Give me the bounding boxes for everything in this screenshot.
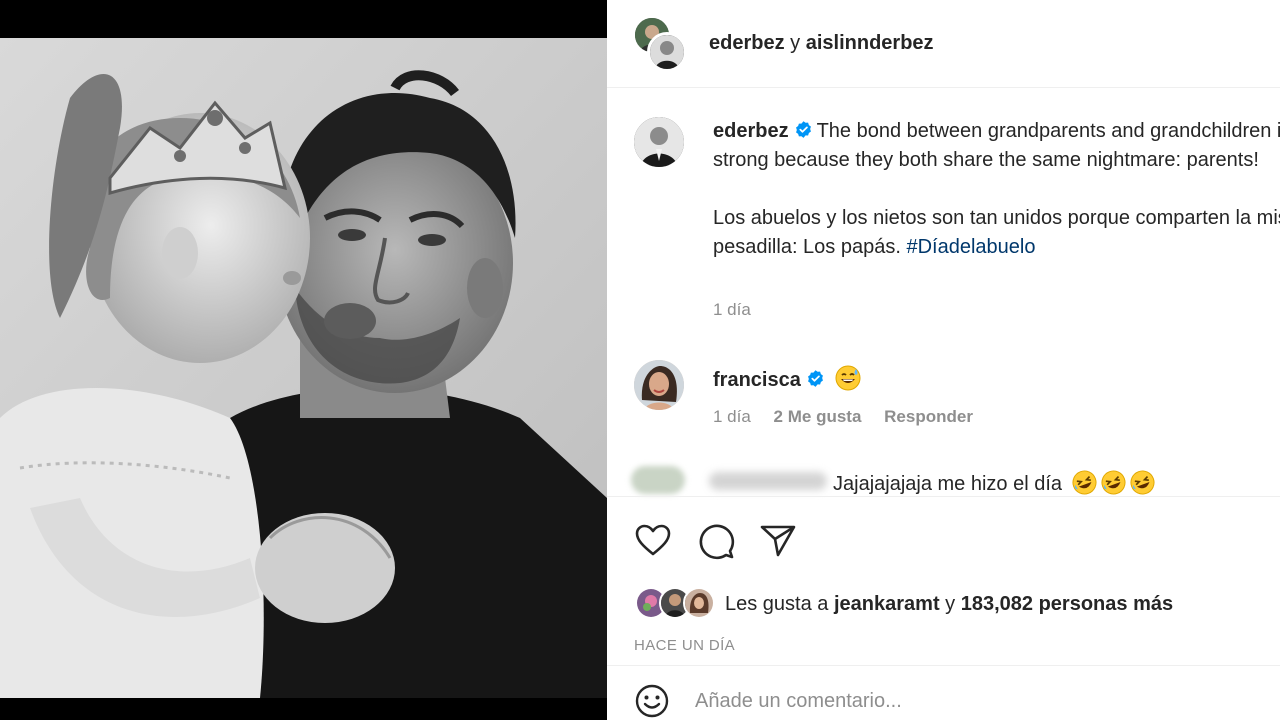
post-header: ederbez y aislinnderbez xyxy=(607,0,1280,88)
blurred-avatar[interactable] xyxy=(631,466,685,494)
username-link[interactable]: ederbez xyxy=(709,32,785,54)
likes-count-link[interactable]: 183,082 personas más xyxy=(961,593,1173,615)
post-timestamp[interactable]: HACE UN DÍA xyxy=(634,637,735,654)
liker-avatars[interactable] xyxy=(635,587,719,619)
post-action-bar xyxy=(607,496,1280,578)
avatar[interactable] xyxy=(634,360,684,410)
rolling-laughing-emoji-icon xyxy=(1130,470,1155,495)
heart-icon[interactable] xyxy=(633,521,673,561)
comment-input[interactable] xyxy=(695,684,1255,718)
comment-text: Jajajajajaja me hizo el día xyxy=(833,473,1063,495)
post-media-pane xyxy=(0,0,607,720)
avatar[interactable] xyxy=(647,32,687,72)
avatar[interactable] xyxy=(634,117,684,167)
likes-prefix: Les gusta a xyxy=(725,593,829,615)
conjunction: y xyxy=(790,32,801,54)
rolling-laughing-emoji-icon xyxy=(1101,470,1126,495)
likes-text: Les gusta a jeankaramt y 183,082 persona… xyxy=(725,592,1173,616)
comment-icon[interactable] xyxy=(696,521,736,561)
grinning-sweat-emoji-icon xyxy=(835,365,861,391)
caption-timestamp[interactable]: 1 día xyxy=(713,300,751,320)
username-link[interactable]: jeankaramt xyxy=(834,593,940,615)
smiley-icon[interactable] xyxy=(634,683,670,719)
likes-summary: Les gusta a jeankaramt y 183,082 persona… xyxy=(607,585,1280,621)
comment-body: francisca xyxy=(713,365,861,393)
collab-avatars[interactable] xyxy=(633,16,687,72)
avatar xyxy=(683,587,715,619)
username-link[interactable]: ederbez xyxy=(713,120,789,142)
comment: Jajajajajaja me hizo el día xyxy=(607,462,1280,500)
comment-timestamp[interactable]: 1 día xyxy=(713,407,751,426)
blurred-username[interactable] xyxy=(709,472,827,490)
caption-text: ederbez The bond between grandparents and… xyxy=(713,117,1280,262)
hashtag-link[interactable]: #Díadelabuelo xyxy=(906,236,1035,258)
comment-meta: 1 día 2 Me gusta Responder xyxy=(713,407,991,427)
comment-likes[interactable]: 2 Me gusta xyxy=(774,407,862,426)
add-comment-bar xyxy=(607,665,1280,720)
username-link[interactable]: francisca xyxy=(713,369,801,391)
post-photo[interactable] xyxy=(0,38,607,698)
verified-badge-icon xyxy=(806,369,825,388)
likes-conjunction: y xyxy=(945,593,956,615)
reply-button[interactable]: Responder xyxy=(884,407,973,426)
share-icon[interactable] xyxy=(758,521,798,561)
rolling-laughing-emoji-icon xyxy=(1072,470,1097,495)
comment-body: Jajajajajaja me hizo el día xyxy=(833,470,1155,497)
verified-badge-icon xyxy=(794,119,813,138)
username-link[interactable]: aislinnderbez xyxy=(806,32,934,54)
collab-usernames: ederbez y aislinnderbez xyxy=(709,30,934,56)
post-details-pane: ederbez y aislinnderbez ederbez The bond … xyxy=(607,0,1280,720)
